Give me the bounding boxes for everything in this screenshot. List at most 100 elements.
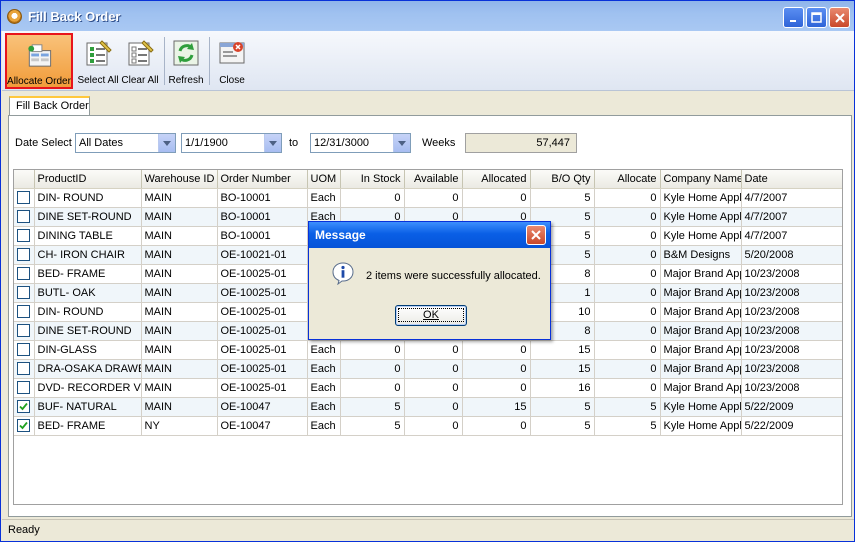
table-row[interactable]: BUF- NATURAL MAIN OE-10047 Each 5 0 15 5 5 Kyle H…	[14, 397, 842, 417]
cell-bo[interactable]: 16	[530, 378, 595, 398]
column-header[interactable]: Warehouse ID	[141, 170, 218, 189]
cell-stock[interactable]: 5	[340, 397, 405, 417]
table-row[interactable]: DIN-GLASS MAIN OE-10025-01 Each 0 0 0 15 0 Major …	[14, 340, 842, 360]
cell-company[interactable]: Major Brand App	[660, 321, 742, 341]
cell-allocate[interactable]: 5	[594, 416, 661, 436]
cell-order[interactable]: OE-10025-01	[217, 321, 308, 341]
cell-stock[interactable]: 0	[340, 359, 405, 379]
cell-order[interactable]: OE-10047	[217, 397, 308, 417]
cell-date[interactable]: 4/7/2007	[741, 188, 842, 208]
row-checkbox[interactable]	[17, 324, 31, 337]
cell-avail[interactable]: 0	[404, 397, 463, 417]
cell-avail[interactable]: 0	[404, 359, 463, 379]
row-select-cell[interactable]	[14, 245, 35, 265]
cell-date[interactable]: 5/22/2009	[741, 416, 842, 436]
cell-uom[interactable]: Each	[307, 359, 341, 379]
cell-bo[interactable]: 5	[530, 188, 595, 208]
column-header[interactable]: Date	[741, 170, 842, 189]
cell-order[interactable]: OE-10047	[217, 416, 308, 436]
row-checkbox[interactable]	[17, 286, 31, 299]
cell-order[interactable]: OE-10025-01	[217, 264, 308, 284]
cell-alloc[interactable]: 0	[462, 188, 531, 208]
row-checkbox[interactable]	[17, 248, 31, 261]
table-row[interactable]: DVD- RECORDER VCFMAINOE-10025-01Each0001…	[14, 378, 842, 398]
cell-date[interactable]: 5/20/2008	[741, 245, 842, 265]
cell-product[interactable]: DINE SET-ROUND	[34, 321, 142, 341]
cell-order[interactable]: OE-10025-01	[217, 302, 308, 322]
cell-wh[interactable]: MAIN	[141, 321, 218, 341]
cell-order[interactable]: BO-10001	[217, 207, 308, 227]
cell-order[interactable]: OE-10025-01	[217, 283, 308, 303]
cell-bo[interactable]: 15	[530, 340, 595, 360]
cell-allocate[interactable]: 0	[594, 378, 661, 398]
cell-bo[interactable]: 15	[530, 359, 595, 379]
row-select-cell[interactable]	[14, 340, 35, 360]
cell-alloc[interactable]: 0	[462, 359, 531, 379]
cell-company[interactable]: Major Brand App	[660, 302, 742, 322]
row-checkbox[interactable]	[17, 267, 31, 280]
cell-product[interactable]: DINE SET-ROUND	[34, 207, 142, 227]
row-select-cell[interactable]	[14, 416, 35, 436]
cell-product[interactable]: BED- FRAME	[34, 264, 142, 284]
column-header[interactable]: Allocated	[462, 170, 531, 189]
cell-uom[interactable]: Each	[307, 416, 341, 436]
column-header-select[interactable]	[14, 170, 35, 189]
row-checkbox[interactable]	[17, 419, 31, 432]
row-checkbox[interactable]	[17, 191, 31, 204]
cell-alloc[interactable]: 0	[462, 416, 531, 436]
cell-wh[interactable]: MAIN	[141, 245, 218, 265]
chevron-down-icon[interactable]	[264, 134, 281, 152]
cell-date[interactable]: 4/7/2007	[741, 226, 842, 246]
cell-wh[interactable]: MAIN	[141, 226, 218, 246]
cell-product[interactable]: DINING TABLE	[34, 226, 142, 246]
cell-company[interactable]: Kyle Home Appli	[660, 188, 742, 208]
cell-order[interactable]: OE-10025-01	[217, 359, 308, 379]
cell-date[interactable]: 10/23/2008	[741, 378, 842, 398]
cell-avail[interactable]: 0	[404, 340, 463, 360]
cell-uom[interactable]: Each	[307, 340, 341, 360]
cell-uom[interactable]: Each	[307, 188, 341, 208]
cell-alloc[interactable]: 15	[462, 397, 531, 417]
cell-product[interactable]: DIN- ROUND	[34, 302, 142, 322]
row-checkbox[interactable]	[17, 210, 31, 223]
close-window-button[interactable]	[829, 7, 850, 28]
table-row[interactable]: BED- FRAME NY OE-10047 Each 5 0 0 5 5 Kyle Home A…	[14, 416, 842, 436]
cell-company[interactable]: Major Brand App	[660, 340, 742, 360]
column-header[interactable]: B/O Qty	[530, 170, 595, 189]
tab-fill-back-order[interactable]: Fill Back Order	[9, 96, 90, 116]
cell-allocate[interactable]: 0	[594, 321, 661, 341]
select-all-button[interactable]: Select All	[77, 33, 119, 89]
row-select-cell[interactable]	[14, 207, 35, 227]
cell-company[interactable]: Kyle Home Appli	[660, 207, 742, 227]
cell-company[interactable]: Major Brand App	[660, 378, 742, 398]
cell-order[interactable]: OE-10021-01	[217, 245, 308, 265]
cell-date[interactable]: 10/23/2008	[741, 264, 842, 284]
to-date-picker[interactable]: 12/31/3000	[310, 133, 411, 153]
cell-allocate[interactable]: 0	[594, 245, 661, 265]
maximize-button[interactable]	[806, 7, 827, 28]
cell-stock[interactable]: 0	[340, 188, 405, 208]
from-date-picker[interactable]: 1/1/1900	[181, 133, 282, 153]
cell-date[interactable]: 10/23/2008	[741, 302, 842, 322]
row-select-cell[interactable]	[14, 226, 35, 246]
cell-wh[interactable]: MAIN	[141, 340, 218, 360]
cell-company[interactable]: Kyle Home Appli	[660, 226, 742, 246]
row-checkbox[interactable]	[17, 362, 31, 375]
title-bar[interactable]: Fill Back Order	[1, 1, 854, 31]
column-header[interactable]: Allocate	[594, 170, 661, 189]
table-row[interactable]: DIN- ROUND MAIN BO-10001 Each 0 0 0 5 0 Kyle Home…	[14, 188, 842, 208]
cell-company[interactable]: Major Brand App	[660, 283, 742, 303]
row-select-cell[interactable]	[14, 359, 35, 379]
cell-product[interactable]: DRA-OSAKA DRAWEF	[34, 359, 142, 379]
cell-allocate[interactable]: 0	[594, 226, 661, 246]
row-select-cell[interactable]	[14, 397, 35, 417]
cell-order[interactable]: OE-10025-01	[217, 378, 308, 398]
cell-wh[interactable]: MAIN	[141, 397, 218, 417]
column-header[interactable]: In Stock	[340, 170, 405, 189]
cell-order[interactable]: OE-10025-01	[217, 340, 308, 360]
cell-allocate[interactable]: 0	[594, 359, 661, 379]
column-header[interactable]: Available	[404, 170, 463, 189]
row-checkbox[interactable]	[17, 381, 31, 394]
cell-wh[interactable]: MAIN	[141, 283, 218, 303]
row-checkbox[interactable]	[17, 343, 31, 356]
